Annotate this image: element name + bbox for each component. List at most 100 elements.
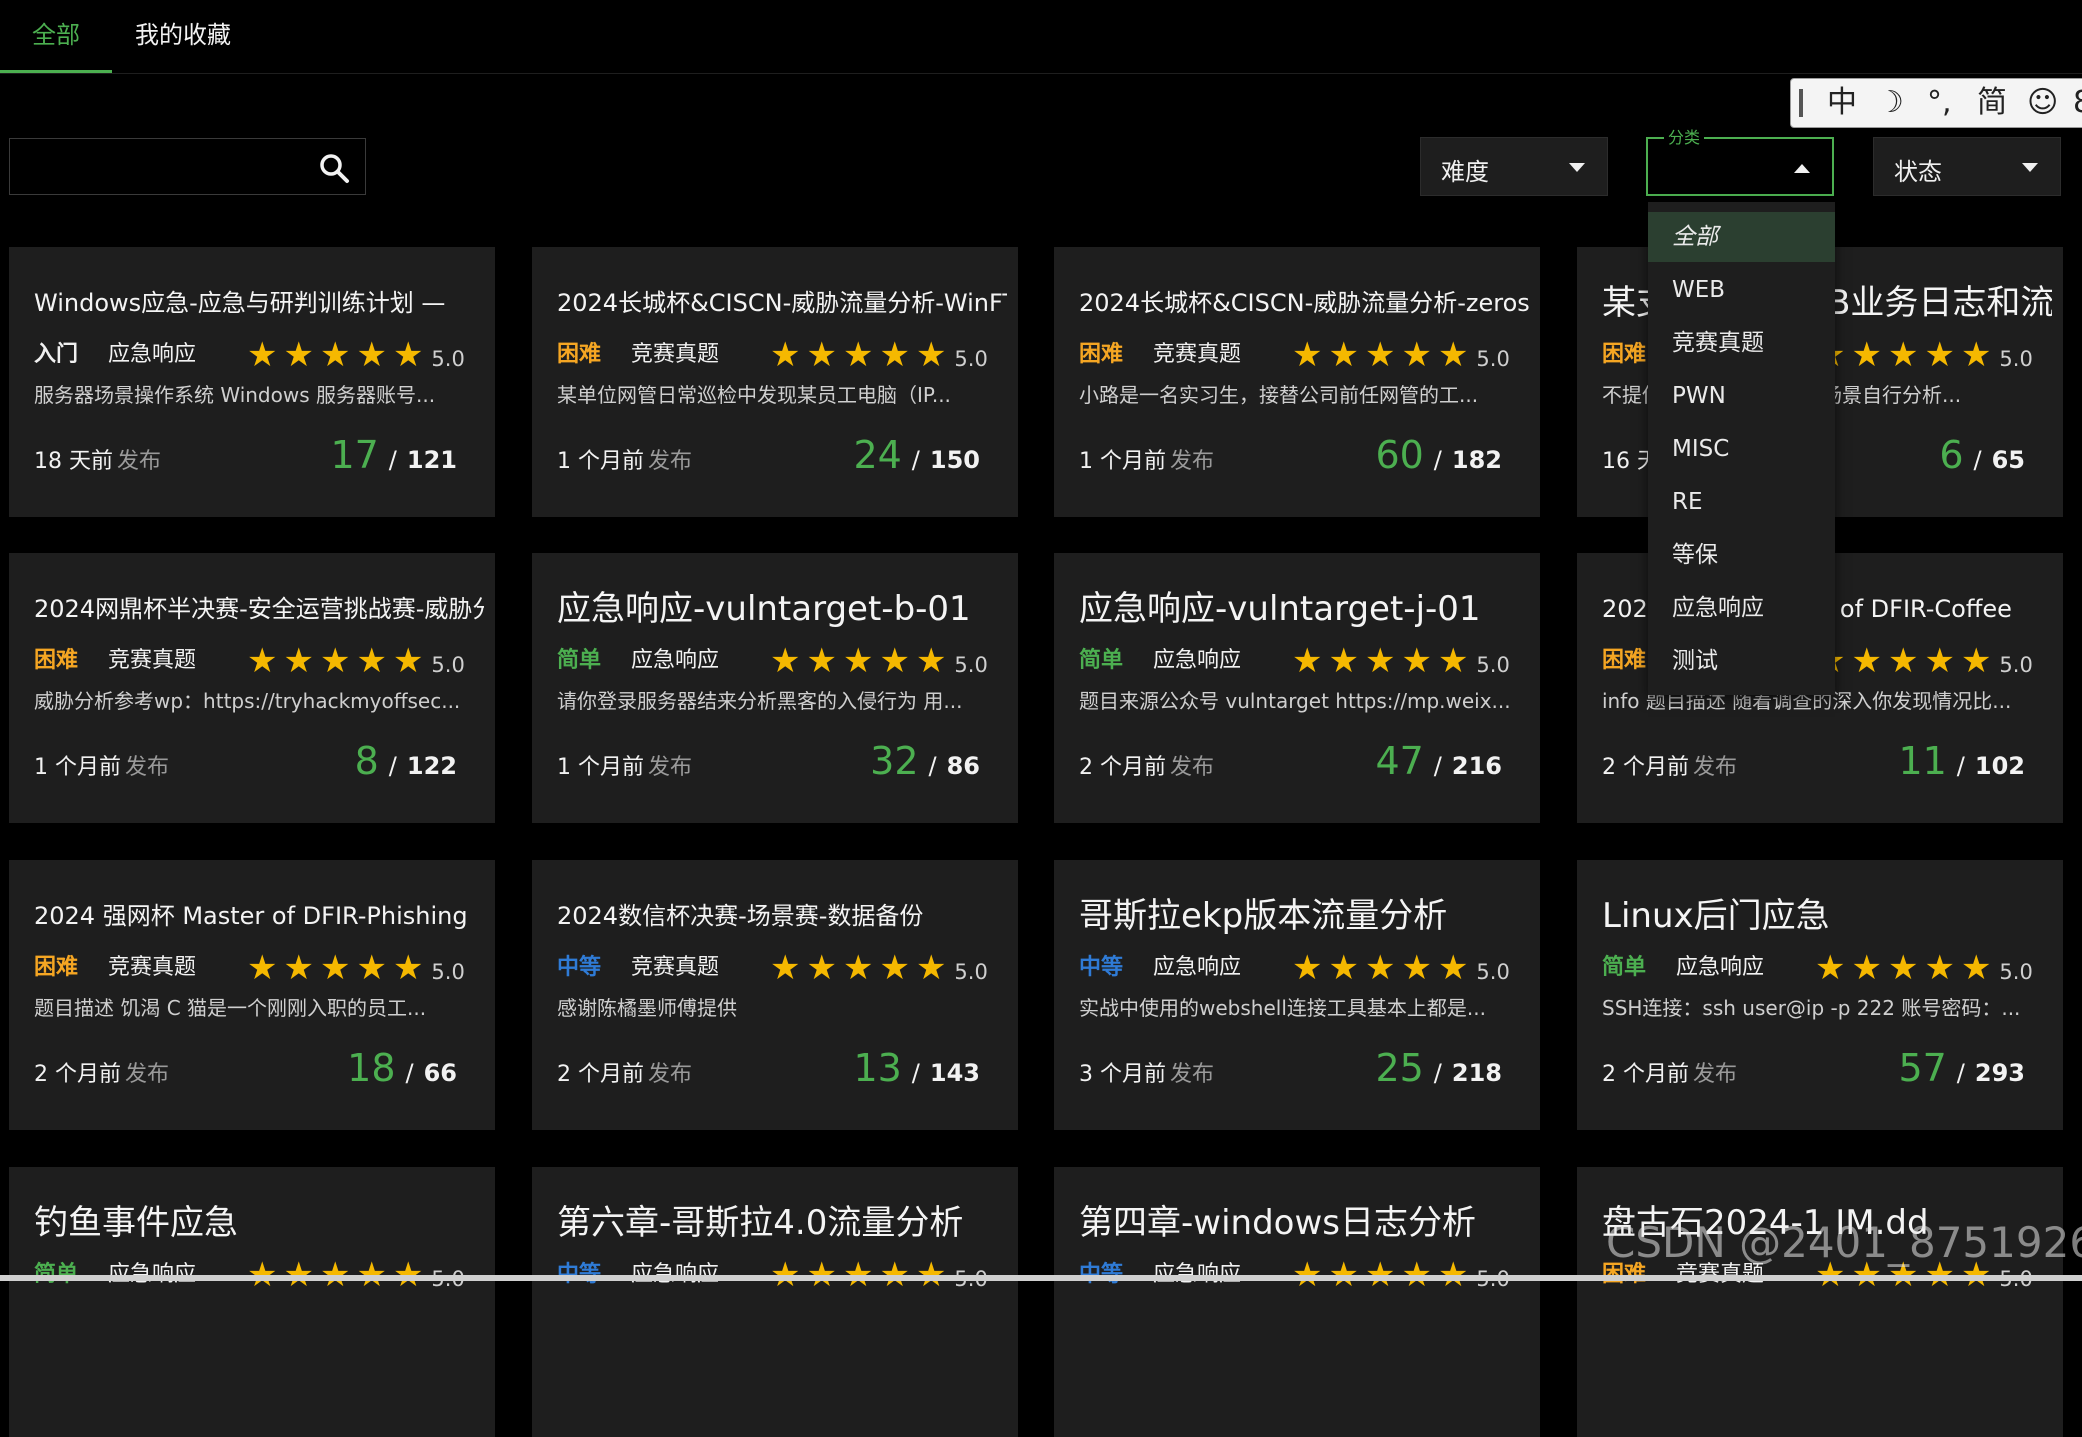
challenge-card[interactable]: 哥斯拉ekp版本流量分析 中等 应急响应 ★ ★ ★ ★ ★ 5.0 实战中使用的webshell… bbox=[1054, 860, 1540, 1130]
card-title: 2024 强网杯 Master of DFIR-Phishing bbox=[34, 902, 468, 930]
category-option[interactable]: MISC bbox=[1648, 424, 1835, 474]
star-icon: ★ bbox=[283, 335, 314, 375]
category-option[interactable]: 应急响应 bbox=[1648, 583, 1835, 633]
total-count: 122 bbox=[406, 752, 457, 780]
card-meta: 困难 竞赛真题 bbox=[34, 948, 196, 988]
star-icon: ★ bbox=[1401, 948, 1432, 988]
card-description: 题目来源公众号 vulntarget https://mp.weix... bbox=[1079, 689, 1511, 713]
total-count: 121 bbox=[406, 446, 457, 474]
rating-value: 5.0 bbox=[954, 347, 988, 371]
challenge-card[interactable]: 2024长城杯&CISCN-威胁流量分析-WinFT 困难 竞赛真题 ★ ★ ★ ★ ★ 5.0… bbox=[532, 247, 1018, 517]
card-meta: 困难 竞赛真题 bbox=[1079, 335, 1241, 375]
star-icon: ★ bbox=[247, 335, 278, 375]
card-title: 第六章-哥斯拉4.0流量分析 bbox=[557, 1203, 964, 1243]
star-icon: ★ bbox=[1328, 948, 1359, 988]
publish-suffix: 发布 bbox=[648, 755, 693, 780]
ime-toolbar: 中 ☽ °, 简 ☺ 8 bbox=[1790, 78, 2082, 128]
publish-time: 2 个月前 发布 bbox=[557, 1056, 692, 1088]
category-label: 应急响应 bbox=[631, 648, 720, 673]
card-description: 实战中使用的webshell连接工具基本上都是... bbox=[1079, 996, 1486, 1020]
star-icon: ★ bbox=[356, 335, 387, 375]
publish-time-value: 2 个月前 bbox=[34, 1062, 121, 1087]
publish-time-value: 1 个月前 bbox=[34, 755, 121, 780]
ime-drag-handle[interactable] bbox=[1799, 89, 1803, 117]
publish-time: 2 个月前 发布 bbox=[1602, 1056, 1737, 1088]
tab-all[interactable]: 全部 bbox=[0, 0, 112, 73]
challenge-card[interactable]: Windows应急-应急与研判训练计划 — 入门 应急响应 ★ ★ ★ ★ ★ 5.0 服务器场景… bbox=[9, 247, 495, 517]
solved-count: 13 bbox=[853, 1046, 902, 1090]
category-option[interactable]: PWN bbox=[1648, 371, 1835, 421]
card-title: 钓鱼事件应急 bbox=[34, 1203, 238, 1243]
difficulty-badge: 中等 bbox=[557, 955, 602, 980]
star-icon: ★ bbox=[1401, 335, 1432, 375]
category-option[interactable]: RE bbox=[1648, 477, 1835, 527]
solved-count: 6 bbox=[1939, 433, 1964, 477]
category-option[interactable]: 等保 bbox=[1648, 530, 1835, 580]
ime-punct-icon[interactable]: °, bbox=[1927, 85, 1952, 121]
solved-count: 24 bbox=[853, 433, 902, 477]
challenge-card[interactable]: 盘古石2024-1 IM.dd困难竞赛真题★★★★★5.0 bbox=[1577, 1167, 2063, 1437]
challenge-card[interactable]: 第六章-哥斯拉4.0流量分析中等应急响应★★★★★5.0 bbox=[532, 1167, 1018, 1437]
ime-simplified-icon[interactable]: 简 bbox=[1977, 85, 2007, 121]
search-input[interactable] bbox=[18, 147, 312, 187]
solve-count: 6 / 65 bbox=[1939, 433, 2025, 477]
star-icon: ★ bbox=[1851, 335, 1882, 375]
challenge-card[interactable]: 2024数信杯决赛-场景赛-数据备份 中等 竞赛真题 ★ ★ ★ ★ ★ 5.0 感谢陈橘墨师傅提… bbox=[532, 860, 1018, 1130]
star-icon: ★ bbox=[915, 948, 947, 988]
horizontal-scrollbar[interactable] bbox=[0, 1275, 2082, 1281]
search-icon[interactable] bbox=[318, 152, 350, 184]
publish-suffix: 发布 bbox=[125, 755, 170, 780]
star-icon: ★ bbox=[806, 948, 837, 988]
publish-time-value: 2 个月前 bbox=[1602, 755, 1689, 780]
rating-value: 5.0 bbox=[954, 653, 988, 677]
solved-count: 57 bbox=[1898, 1046, 1947, 1090]
difficulty-badge: 简单 bbox=[557, 648, 602, 673]
rating-stars: ★★★★★5.0 bbox=[1815, 948, 2033, 988]
category-option[interactable]: 全部 bbox=[1648, 212, 1835, 262]
challenge-card[interactable]: 第四章-windows日志分析中等应急响应★★★★★5.0 bbox=[1054, 1167, 1540, 1437]
star-icon: ★ bbox=[283, 948, 314, 988]
rating-stars: ★★★★★5.0 bbox=[1292, 641, 1510, 681]
category-select-legend: 分类 bbox=[1664, 124, 1705, 148]
difficulty-badge: 困难 bbox=[557, 342, 602, 367]
card-title: 第四章-windows日志分析 bbox=[1079, 1203, 1476, 1243]
star-icon: ★ bbox=[842, 641, 874, 681]
star-icon: ★ bbox=[319, 335, 351, 375]
challenge-card[interactable]: 应急响应-vulntarget-j-01 简单 应急响应 ★ ★ ★ ★ ★ 5.0 题目来源公众… bbox=[1054, 553, 1540, 823]
category-label: 应急响应 bbox=[1153, 648, 1242, 673]
solve-count: 11 / 102 bbox=[1898, 739, 2025, 783]
challenge-card[interactable]: Linux后门应急 简单 应急响应 ★ ★ ★ ★ ★ 5.0 SSH连接：ssh user@ip… bbox=[1577, 860, 2063, 1130]
star-icon: ★ bbox=[1887, 641, 1919, 681]
rating-stars: ★★★★★5.0 bbox=[247, 335, 465, 375]
difficulty-badge: 简单 bbox=[1602, 955, 1647, 980]
card-title: 2024长城杯&CISCN-威胁流量分析-zeroshell bbox=[1079, 289, 1529, 317]
ime-emoji-icon[interactable]: ☺ bbox=[2027, 85, 2058, 121]
challenge-card[interactable]: 2024网鼎杯半决赛-安全运营挑战赛-威胁分析 困难 竞赛真题 ★ ★ ★ ★ ★ 5.0 威胁分… bbox=[9, 553, 495, 823]
difficulty-badge: 困难 bbox=[34, 648, 79, 673]
count-separator: / bbox=[1956, 752, 1965, 780]
ime-moon-icon[interactable]: ☽ bbox=[1877, 85, 1904, 121]
star-icon: ★ bbox=[319, 641, 351, 681]
ime-lang-icon[interactable]: 中 bbox=[1827, 85, 1857, 121]
star-icon: ★ bbox=[392, 948, 424, 988]
star-icon: ★ bbox=[1851, 948, 1882, 988]
star-icon: ★ bbox=[1924, 641, 1955, 681]
count-separator: / bbox=[1433, 752, 1442, 780]
difficulty-badge: 困难 bbox=[1079, 342, 1124, 367]
ime-more-icon[interactable]: 8 bbox=[2073, 85, 2082, 121]
publish-suffix: 发布 bbox=[648, 449, 693, 474]
challenge-card[interactable]: 应急响应-vulntarget-b-01 简单 应急响应 ★ ★ ★ ★ ★ 5.0 请你登录服务… bbox=[532, 553, 1018, 823]
challenge-card[interactable]: 2024长城杯&CISCN-威胁流量分析-zeroshell 困难 竞赛真题 ★ ★ ★ ★… bbox=[1054, 247, 1540, 517]
total-count: 143 bbox=[929, 1059, 980, 1087]
challenge-card[interactable]: 钓鱼事件应急简单应急响应★★★★★5.0 bbox=[9, 1167, 495, 1437]
category-label: 竞赛真题 bbox=[1153, 342, 1242, 367]
tab-favorites[interactable]: 我的收藏 bbox=[112, 0, 254, 70]
challenge-card[interactable]: 2024 强网杯 Master of DFIR-Phishing 困难 竞赛真题 ★ ★… bbox=[9, 860, 495, 1130]
category-option[interactable]: 竞赛真题 bbox=[1648, 318, 1835, 368]
category-label: 竞赛真题 bbox=[108, 955, 197, 980]
category-option[interactable]: WEB bbox=[1648, 265, 1835, 315]
category-option[interactable]: 测试 bbox=[1648, 636, 1835, 686]
difficulty-select[interactable]: 难度 bbox=[1420, 137, 1608, 196]
status-select[interactable]: 状态 bbox=[1873, 137, 2061, 196]
star-icon: ★ bbox=[356, 641, 387, 681]
